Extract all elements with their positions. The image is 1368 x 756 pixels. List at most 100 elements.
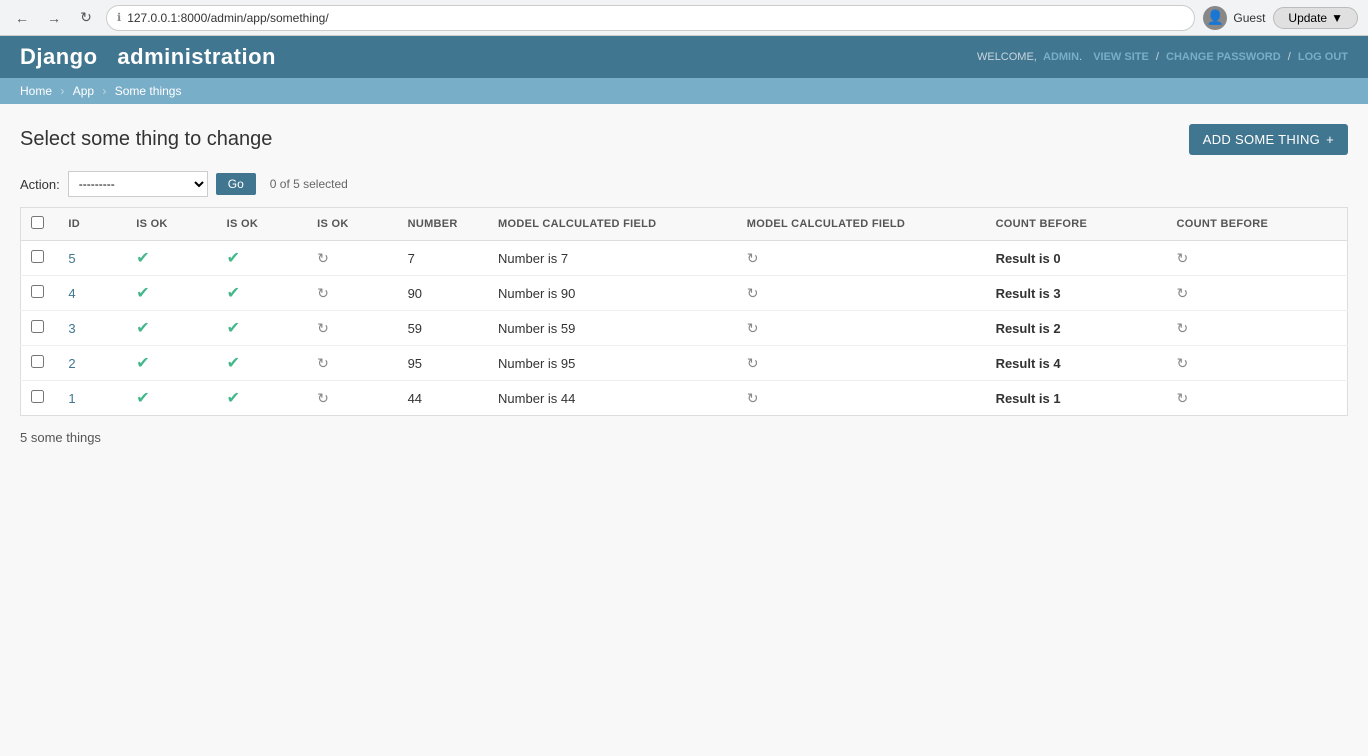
row-count-before2: ↻ [1166,276,1347,311]
admin-link[interactable]: ADMIN [1043,51,1079,63]
guest-label: Guest [1233,11,1265,25]
update-button[interactable]: Update ▼ [1273,7,1358,29]
row-isok1: ✔ [126,346,216,381]
add-icon: + [1326,132,1334,147]
breadcrumb-home[interactable]: Home [20,84,52,98]
count-before-value: Result is 0 [996,251,1061,266]
row-isok3: ↻ [307,276,397,311]
row-checkbox[interactable] [31,285,44,298]
table-row: 3✔✔↻59Number is 59↻Result is 2↻ [21,311,1348,346]
row-count-before2: ↻ [1166,241,1347,276]
refresh-icon: ↻ [747,390,759,406]
row-id-link[interactable]: 2 [68,356,75,371]
header-model-field2[interactable]: MODEL CALCULATED FIELD [737,208,986,241]
row-checkbox[interactable] [31,250,44,263]
footer-count: 5 some things [20,426,1348,449]
count-before-value: Result is 4 [996,356,1061,371]
title-main: administration [117,44,276,69]
row-number: 7 [398,241,488,276]
header-isok1[interactable]: IS OK [126,208,216,241]
table-row: 1✔✔↻44Number is 44↻Result is 1↻ [21,381,1348,416]
check-green-icon: ✔ [227,320,240,337]
row-number: 95 [398,346,488,381]
url-text: 127.0.0.1:8000/admin/app/something/ [127,11,328,25]
row-id-link[interactable]: 5 [68,251,75,266]
change-password-link[interactable]: CHANGE PASSWORD [1166,51,1281,63]
row-checkbox-cell [21,311,59,346]
header-number[interactable]: NUMBER [398,208,488,241]
header-id[interactable]: ID [58,208,126,241]
action-select[interactable]: --------- [68,171,208,197]
row-number: 59 [398,311,488,346]
row-model-field1: Number is 95 [488,346,737,381]
page-header: Select some thing to change ADD SOME THI… [20,124,1348,155]
row-checkbox[interactable] [31,355,44,368]
refresh-icon: ↻ [747,285,759,301]
row-isok2: ✔ [217,276,307,311]
breadcrumb: Home › App › Some things [0,78,1368,104]
header-count-before1[interactable]: COUNT BEFORE [986,208,1167,241]
refresh-icon: ↻ [1176,355,1188,371]
row-count-before2: ↻ [1166,311,1347,346]
header-isok2[interactable]: IS OK [217,208,307,241]
row-checkbox[interactable] [31,320,44,333]
check-green-icon: ✔ [136,250,149,267]
row-id-link[interactable]: 1 [68,391,75,406]
selection-count: 0 of 5 selected [270,177,348,191]
view-site-link[interactable]: VIEW SITE [1093,51,1149,63]
refresh-icon: ↻ [1176,285,1188,301]
action-label: Action: [20,177,60,192]
row-checkbox-cell [21,276,59,311]
count-before-value: Result is 2 [996,321,1061,336]
check-green-icon: ✔ [227,355,240,372]
go-button[interactable]: Go [216,173,256,195]
browser-chrome: ← → ↻ ℹ 127.0.0.1:8000/admin/app/somethi… [0,0,1368,36]
back-button[interactable]: ← [10,6,34,30]
row-count-before1: Result is 4 [986,346,1167,381]
table-row: 5✔✔↻7Number is 7↻Result is 0↻ [21,241,1348,276]
add-button[interactable]: ADD SOME THING + [1189,124,1348,155]
address-bar: ℹ 127.0.0.1:8000/admin/app/something/ [106,5,1195,31]
refresh-icon: ↻ [317,320,329,336]
header-count-before2[interactable]: COUNT BEFORE [1166,208,1347,241]
row-count-before1: Result is 2 [986,311,1167,346]
header-model-field1[interactable]: MODEL CALCULATED FIELD [488,208,737,241]
refresh-icon: ↻ [747,355,759,371]
log-out-link[interactable]: LOG OUT [1298,51,1348,63]
row-count-before1: Result is 1 [986,381,1167,416]
header-isok3[interactable]: IS OK [307,208,397,241]
sep2: / [1156,51,1159,63]
row-count-before1: Result is 0 [986,241,1167,276]
table-header-row: ID IS OK IS OK IS OK NUMBER MODEL CALCUL… [21,208,1348,241]
refresh-icon: ↻ [317,285,329,301]
row-model-field1: Number is 59 [488,311,737,346]
breadcrumb-current: Some things [115,84,182,98]
row-model-field1: Number is 90 [488,276,737,311]
refresh-button[interactable]: ↻ [74,6,98,30]
row-id: 4 [58,276,126,311]
row-id-link[interactable]: 4 [68,286,75,301]
check-green-icon: ✔ [136,355,149,372]
row-isok1: ✔ [126,381,216,416]
breadcrumb-app[interactable]: App [73,84,94,98]
row-model-field1: Number is 44 [488,381,737,416]
avatar-icon: 👤 [1203,6,1227,30]
forward-button[interactable]: → [42,6,66,30]
row-id-link[interactable]: 3 [68,321,75,336]
row-number: 90 [398,276,488,311]
count-before-value: Result is 1 [996,391,1061,406]
breadcrumb-sep2: › [102,84,109,98]
welcome-text: WELCOME, [977,51,1037,63]
site-title: Django administration [20,44,276,70]
row-count-before1: Result is 3 [986,276,1167,311]
select-all-checkbox[interactable] [31,216,44,229]
row-checkbox[interactable] [31,390,44,403]
row-isok2: ✔ [217,346,307,381]
user-info: WELCOME, ADMIN. VIEW SITE / CHANGE PASSW… [977,51,1348,63]
refresh-icon: ↻ [317,355,329,371]
guest-area: 👤 Guest [1203,6,1265,30]
table-body: 5✔✔↻7Number is 7↻Result is 0↻4✔✔↻90Numbe… [21,241,1348,416]
row-isok2: ✔ [217,241,307,276]
main-content: Select some thing to change ADD SOME THI… [0,104,1368,469]
row-count-before2: ↻ [1166,381,1347,416]
